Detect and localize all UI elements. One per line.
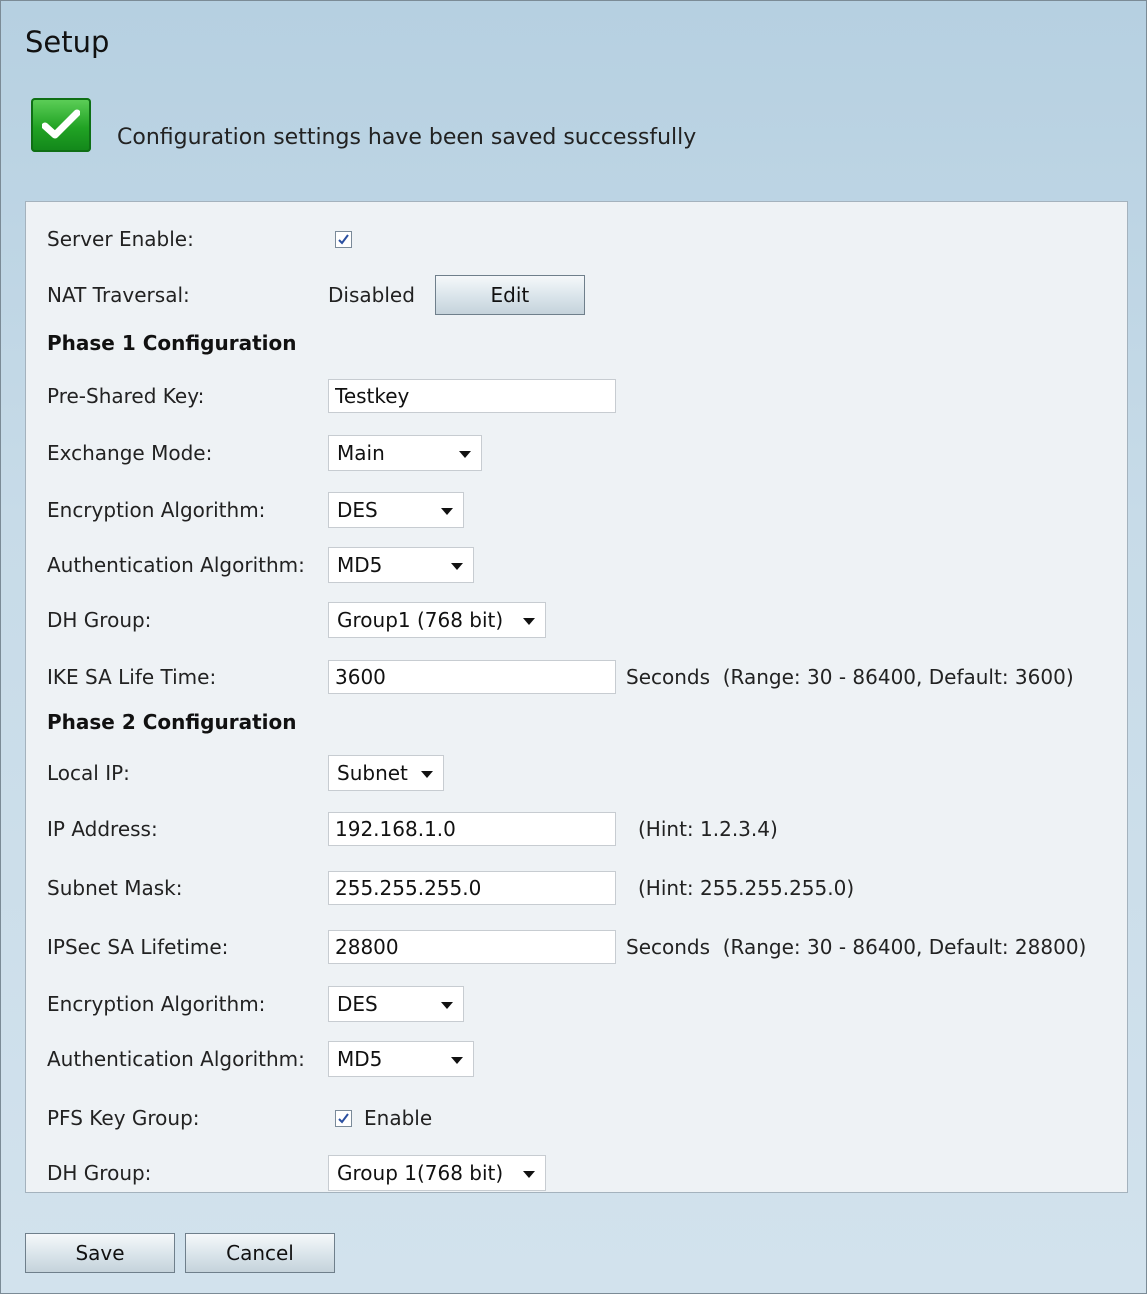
cancel-button[interactable]: Cancel xyxy=(185,1233,335,1273)
setup-window: Setup Configuration settings have been s… xyxy=(0,0,1147,1294)
ip-address-input[interactable] xyxy=(328,812,616,846)
chevron-down-icon xyxy=(441,508,453,515)
server-enable-label: Server Enable: xyxy=(47,227,194,251)
psk-label: Pre-Shared Key: xyxy=(47,384,205,408)
action-bar: Save Cancel xyxy=(25,1233,335,1273)
p2-encryption-select[interactable]: DES xyxy=(328,986,464,1022)
subnet-mask-input[interactable] xyxy=(328,871,616,905)
phase1-heading: Phase 1 Configuration xyxy=(47,331,297,355)
page-title: Setup xyxy=(25,25,110,59)
p1-encryption-value: DES xyxy=(337,498,378,522)
p2-authentication-select[interactable]: MD5 xyxy=(328,1041,474,1077)
p1-authentication-value: MD5 xyxy=(337,553,383,577)
nat-traversal-status: Disabled xyxy=(328,283,415,307)
p2-authentication-label: Authentication Algorithm: xyxy=(47,1047,305,1071)
pfs-enable-checkbox[interactable] xyxy=(335,1109,352,1127)
pfs-enable-label: Enable xyxy=(364,1106,433,1130)
p1-dh-group-label: DH Group: xyxy=(47,608,152,632)
local-ip-value: Subnet xyxy=(337,761,408,785)
subnet-mask-label: Subnet Mask: xyxy=(47,876,183,900)
ike-sa-hint: Seconds (Range: 30 - 86400, Default: 360… xyxy=(626,665,1074,689)
p2-dh-group-select[interactable]: Group 1(768 bit) xyxy=(328,1155,546,1191)
p2-dh-group-value: Group 1(768 bit) xyxy=(337,1161,504,1185)
p1-encryption-select[interactable]: DES xyxy=(328,492,464,528)
server-enable-checkbox[interactable] xyxy=(335,230,352,248)
ipsec-sa-label: IPSec SA Lifetime: xyxy=(47,935,229,959)
exchange-mode-value: Main xyxy=(337,441,385,465)
subnet-mask-hint: (Hint: 255.255.255.0) xyxy=(638,876,855,900)
psk-input[interactable] xyxy=(328,379,616,413)
p1-dh-group-value: Group1 (768 bit) xyxy=(337,608,504,632)
p2-authentication-value: MD5 xyxy=(337,1047,383,1071)
check-icon xyxy=(31,98,91,152)
chevron-down-icon xyxy=(441,1002,453,1009)
settings-panel: Server Enable: NAT Traversal: Disabled E… xyxy=(25,201,1128,1193)
local-ip-label: Local IP: xyxy=(47,761,130,785)
chevron-down-icon xyxy=(421,771,433,778)
chevron-down-icon xyxy=(451,563,463,570)
ipsec-sa-input[interactable] xyxy=(328,930,616,964)
success-banner: Configuration settings have been saved s… xyxy=(31,97,696,153)
p2-dh-group-label: DH Group: xyxy=(47,1161,152,1185)
local-ip-select[interactable]: Subnet xyxy=(328,755,444,791)
chevron-down-icon xyxy=(523,618,535,625)
nat-traversal-label: NAT Traversal: xyxy=(47,283,190,307)
exchange-mode-label: Exchange Mode: xyxy=(47,441,213,465)
chevron-down-icon xyxy=(523,1171,535,1178)
p2-encryption-value: DES xyxy=(337,992,378,1016)
ike-sa-label: IKE SA Life Time: xyxy=(47,665,217,689)
phase2-heading: Phase 2 Configuration xyxy=(47,710,297,734)
nat-edit-button[interactable]: Edit xyxy=(434,275,585,315)
success-message: Configuration settings have been saved s… xyxy=(117,124,697,150)
p1-dh-group-select[interactable]: Group1 (768 bit) xyxy=(328,602,546,638)
ike-sa-input[interactable] xyxy=(328,660,616,694)
p1-encryption-label: Encryption Algorithm: xyxy=(47,498,266,522)
chevron-down-icon xyxy=(451,1057,463,1064)
ipsec-sa-hint: Seconds (Range: 30 - 86400, Default: 288… xyxy=(626,935,1087,959)
pfs-key-group-label: PFS Key Group: xyxy=(47,1106,200,1130)
p2-encryption-label: Encryption Algorithm: xyxy=(47,992,266,1016)
chevron-down-icon xyxy=(459,451,471,458)
save-button[interactable]: Save xyxy=(25,1233,175,1273)
p1-authentication-select[interactable]: MD5 xyxy=(328,547,474,583)
ip-address-hint: (Hint: 1.2.3.4) xyxy=(638,817,778,841)
ip-address-label: IP Address: xyxy=(47,817,158,841)
exchange-mode-select[interactable]: Main xyxy=(328,435,482,471)
p1-authentication-label: Authentication Algorithm: xyxy=(47,553,305,577)
